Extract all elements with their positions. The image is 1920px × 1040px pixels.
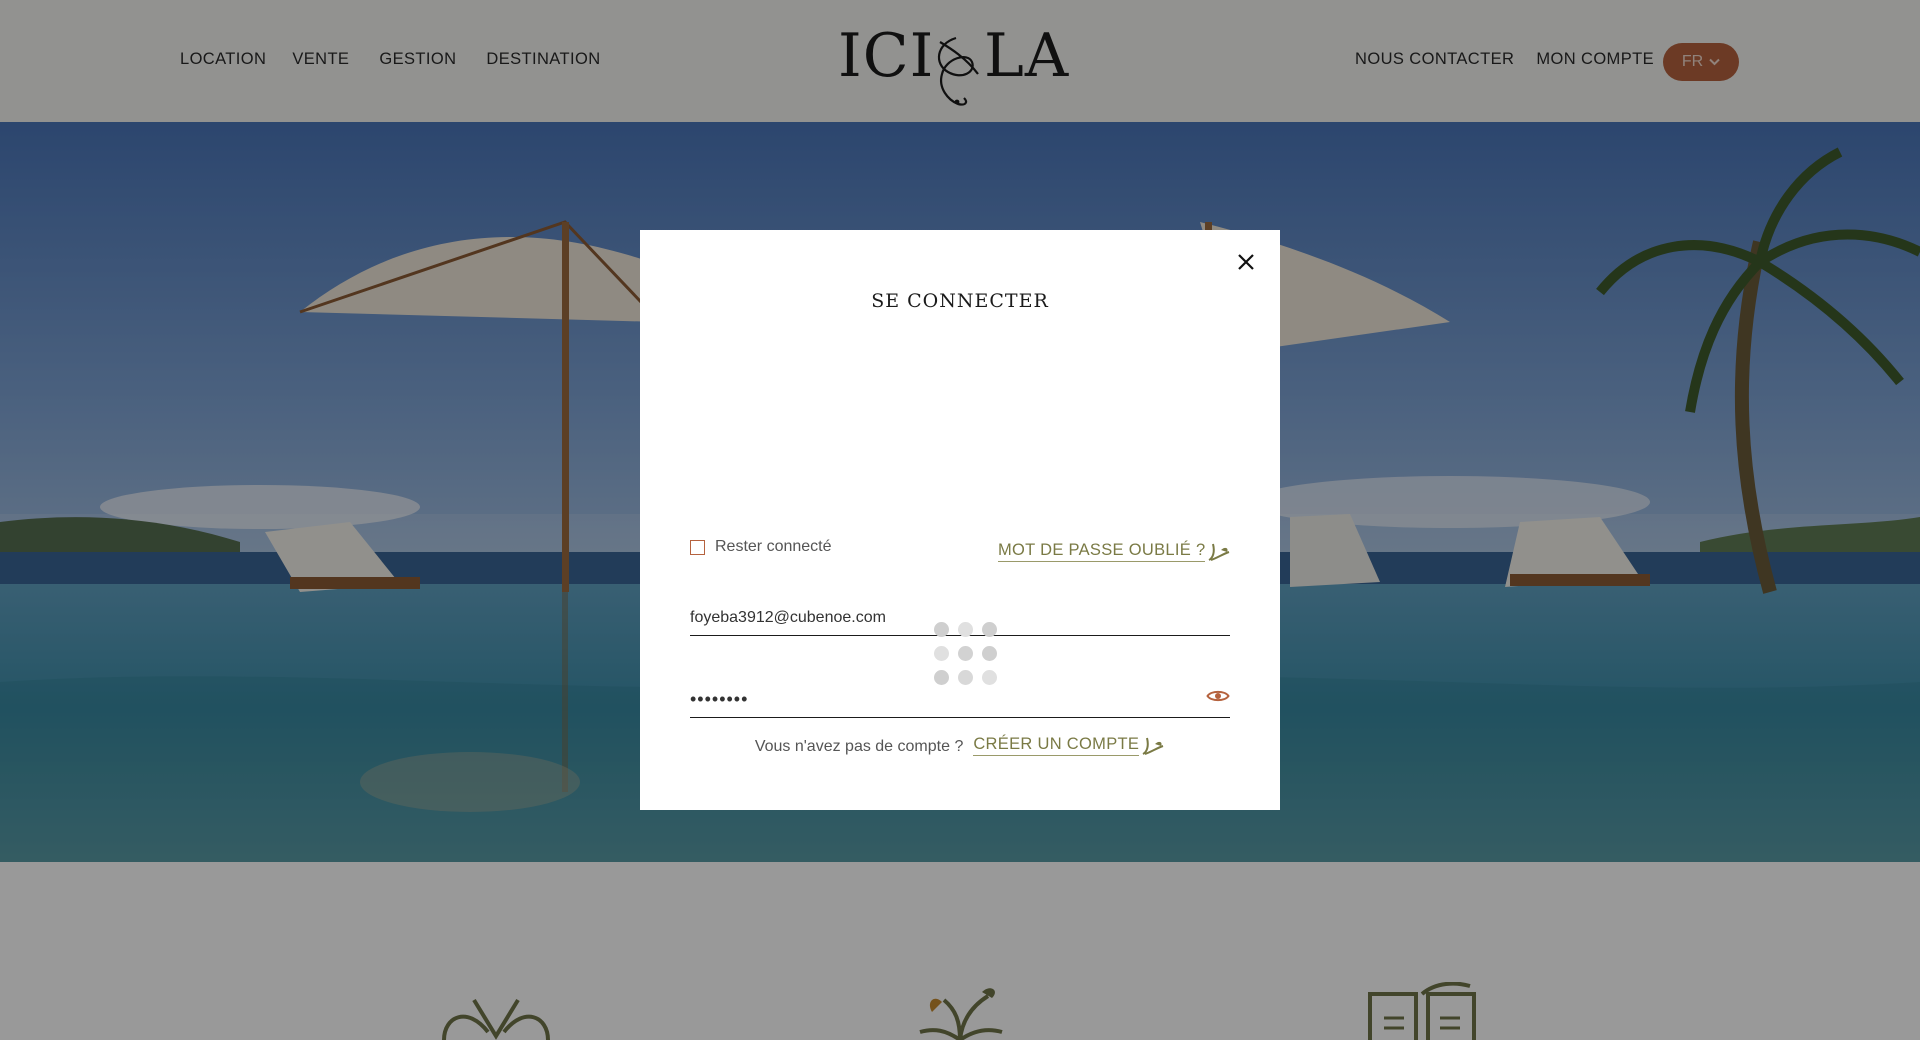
- eye-icon[interactable]: [1206, 688, 1230, 704]
- login-modal: SE CONNECTER Rester connecté MOT DE PASS…: [640, 230, 1280, 810]
- create-account-link[interactable]: CRÉER UN COMPTE: [973, 734, 1165, 756]
- signup-row: Vous n'avez pas de compte ? CRÉER UN COM…: [640, 734, 1280, 756]
- link-flourish-icon: [1208, 543, 1230, 561]
- forgot-password-link[interactable]: MOT DE PASSE OUBLIÉ ?: [998, 540, 1231, 562]
- remember-checkbox[interactable]: [690, 539, 705, 555]
- close-icon: [1238, 254, 1254, 270]
- password-field[interactable]: [690, 682, 1230, 718]
- signup-prompt: Vous n'avez pas de compte ?: [754, 738, 964, 755]
- close-button[interactable]: [1232, 248, 1260, 276]
- remember-me[interactable]: Rester connecté: [690, 538, 832, 556]
- loading-spinner-icon: [934, 622, 998, 686]
- remember-label: Rester connecté: [715, 538, 832, 555]
- link-flourish-icon: [1142, 737, 1164, 755]
- create-account-label: CRÉER UN COMPTE: [973, 735, 1140, 756]
- modal-title: SE CONNECTER: [871, 290, 1049, 312]
- forgot-password-label: MOT DE PASSE OUBLIÉ ?: [998, 541, 1206, 562]
